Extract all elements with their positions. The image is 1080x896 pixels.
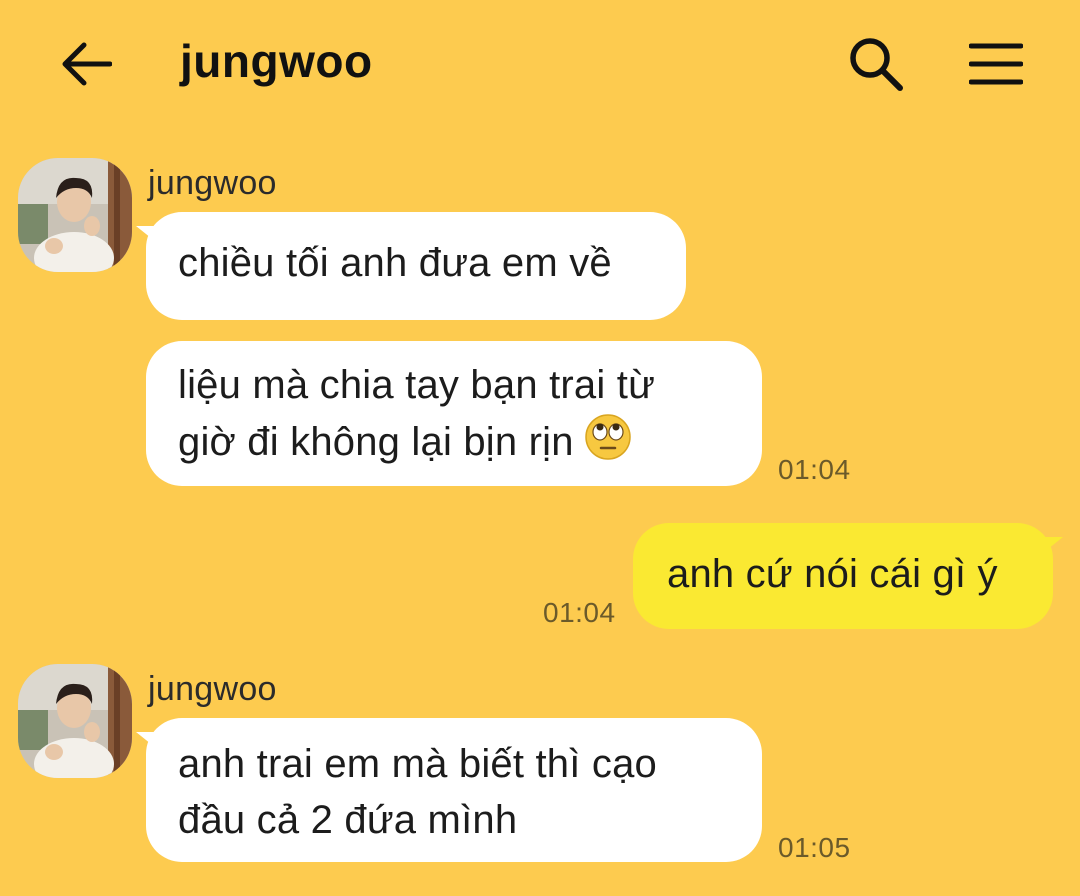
profile-photo	[18, 664, 132, 778]
chat-header: jungwoo	[0, 0, 1080, 130]
search-button[interactable]	[842, 30, 910, 98]
incoming-message-bubble[interactable]: chiều tối anh đưa em về	[136, 212, 686, 320]
incoming-message-bubble[interactable]: anh trai em mà biết thì cạo đầu cả 2 đứa…	[136, 718, 762, 862]
search-icon	[850, 38, 903, 91]
message-text-line: anh trai em mà biết thì cạo	[178, 742, 657, 786]
message-timestamp: 01:05	[778, 832, 851, 863]
avatar[interactable]	[18, 158, 132, 272]
message-timestamp: 01:04	[778, 454, 851, 485]
message-text-line: giờ đi không lại bịn rịn	[178, 420, 574, 464]
avatar[interactable]	[18, 664, 132, 778]
message-text: chiều tối anh đưa em về	[178, 241, 612, 285]
chat-screen: jungwoo jungwoo chiều tối anh đưa em về …	[0, 0, 1080, 896]
message-text-line: đầu cả 2 đứa mình	[178, 798, 518, 842]
incoming-message-bubble[interactable]: liệu mà chia tay bạn trai từ giờ đi khôn…	[146, 341, 762, 486]
hamburger-menu-icon	[969, 43, 1023, 85]
menu-button[interactable]	[962, 30, 1030, 98]
message-text-line: liệu mà chia tay bạn trai từ	[178, 363, 656, 407]
arrow-left-icon	[62, 42, 112, 86]
message-timestamp: 01:04	[543, 597, 616, 628]
outgoing-message-bubble[interactable]: anh cứ nói cái gì ý	[633, 523, 1063, 629]
sender-name: jungwoo	[148, 164, 277, 202]
face-with-rolling-eyes-icon	[584, 413, 632, 476]
back-button[interactable]	[56, 36, 116, 92]
chat-title: jungwoo	[180, 35, 373, 87]
message-text: anh cứ nói cái gì ý	[667, 552, 998, 596]
profile-photo	[18, 158, 132, 272]
sender-name: jungwoo	[148, 670, 277, 708]
